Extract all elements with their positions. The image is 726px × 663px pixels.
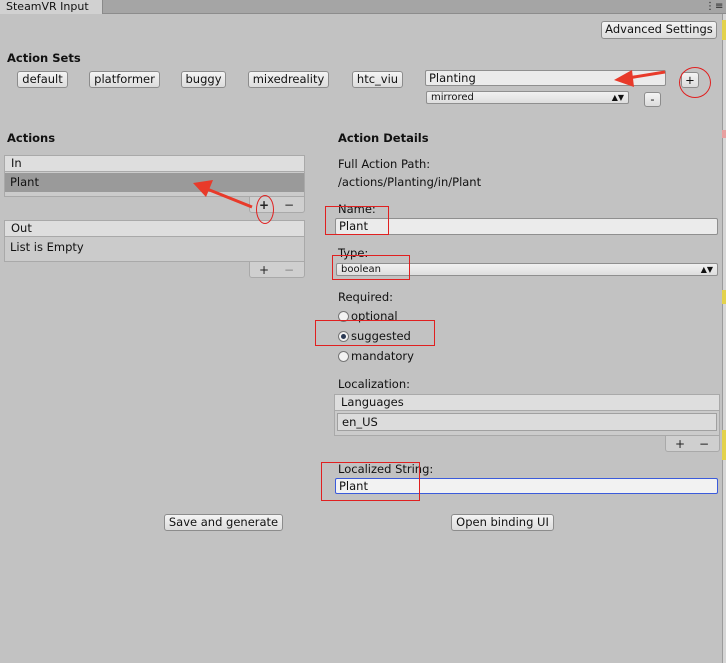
annotation-arrowhead <box>193 180 213 197</box>
annotation-arrow-action <box>206 187 253 209</box>
annotation-arrowhead <box>614 70 634 87</box>
annotation-arrow-action-set <box>627 70 666 80</box>
annotation-arrows <box>193 70 666 209</box>
